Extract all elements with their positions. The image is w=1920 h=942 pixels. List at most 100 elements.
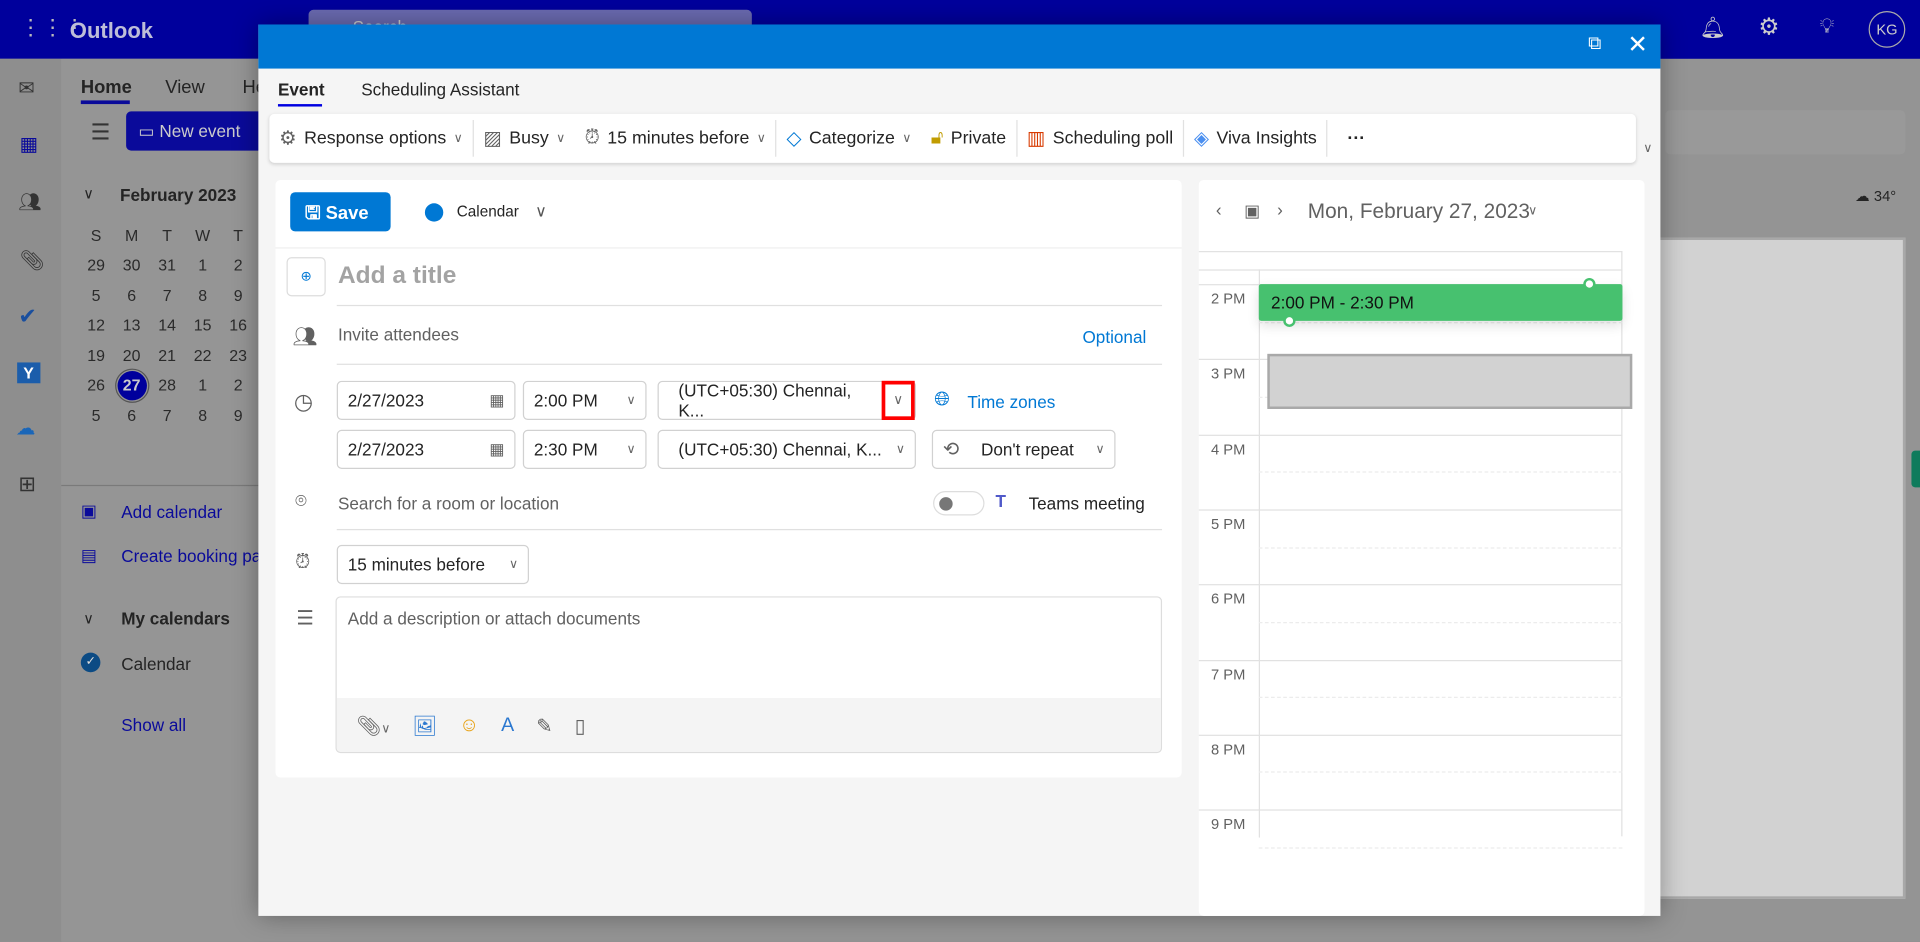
day-cell[interactable]: 30 <box>114 256 150 274</box>
menu-icon[interactable]: ☰ <box>91 120 111 146</box>
new-event-button[interactable]: ▭ New event <box>126 111 274 151</box>
day-cell[interactable]: 7 <box>149 286 185 304</box>
time-zones-link[interactable]: Time zones <box>967 392 1055 412</box>
yammer-icon[interactable]: Y <box>17 362 41 384</box>
day-cell[interactable]: 7 <box>149 406 185 424</box>
collapse-chevron-icon[interactable]: ∨ <box>83 610 94 627</box>
location-input[interactable]: Search for a room or location <box>338 493 559 513</box>
description-editor[interactable]: Add a description or attach documents 📎︎… <box>335 596 1163 754</box>
teams-toggle[interactable] <box>933 491 985 516</box>
onedrive-icon[interactable]: ☁ <box>16 416 36 440</box>
emoji-icon[interactable]: ☺ <box>459 715 479 737</box>
day-cell[interactable]: 1 <box>185 256 221 274</box>
day-cell[interactable]: 21 <box>149 346 185 364</box>
more-options-button[interactable]: ··· <box>1328 114 1385 163</box>
day-cell[interactable]: 19 <box>78 346 114 364</box>
reminder-dropdown[interactable]: 15 minutes before ∨ <box>336 544 529 585</box>
end-date-field[interactable]: 2/27/2023 ▦ <box>336 429 516 469</box>
start-date-field[interactable]: 2/27/2023 ▦ <box>336 380 516 421</box>
calendar-picker-icon[interactable]: ▦ <box>489 391 504 411</box>
resize-handle-top[interactable] <box>1583 277 1596 291</box>
categorize-button[interactable]: ◇ Categorize ∨ <box>777 114 921 163</box>
day-cell[interactable]: 2 <box>220 256 256 274</box>
reminder-button[interactable]: ⏰︎ 15 minutes before ∨ <box>575 114 776 163</box>
new-event-block[interactable]: 2:00 PM - 2:30 PM <box>1258 277 1623 327</box>
day-cell[interactable]: 2 <box>220 376 256 394</box>
today-icon[interactable]: ▣ <box>1244 201 1260 222</box>
ribbon-tab-view[interactable]: View <box>165 77 204 98</box>
collapse-chevron-icon[interactable]: ∨ <box>83 185 94 202</box>
start-time-field[interactable]: 2:00 PM ∨ <box>522 380 647 421</box>
add-calendar-link[interactable]: Add calendar <box>121 502 222 522</box>
day-cell[interactable]: 8 <box>185 406 221 424</box>
attach-icon[interactable]: 📎︎∨ <box>356 714 390 738</box>
format-icon[interactable]: A <box>501 715 514 737</box>
day-cell[interactable]: 20 <box>114 346 150 364</box>
show-all-link[interactable]: Show all <box>121 715 186 735</box>
calendar-icon[interactable]: ▦ <box>20 132 39 156</box>
gear-icon[interactable]: ⚙ <box>1758 13 1779 41</box>
day-cell[interactable]: 6 <box>114 406 150 424</box>
lightbulb-icon[interactable]: 💡︎ <box>1820 15 1835 39</box>
title-input[interactable]: Add a title <box>338 262 456 290</box>
end-time-field[interactable]: 2:30 PM ∨ <box>522 429 647 469</box>
checkmark-icon[interactable]: ✓ <box>80 652 101 673</box>
day-cell-selected[interactable]: 27 <box>114 368 149 403</box>
people-icon[interactable]: 👥︎ <box>18 191 41 213</box>
day-cell[interactable]: 12 <box>78 316 114 334</box>
chevron-down-icon[interactable]: ∨ <box>535 202 547 222</box>
day-cell[interactable]: 22 <box>185 346 221 364</box>
day-cell[interactable]: 23 <box>220 346 256 364</box>
title-emoji-icon[interactable]: ⊕ <box>286 257 326 297</box>
ribbon-tab-home[interactable]: Home <box>81 77 132 98</box>
day-cell[interactable]: 6 <box>114 286 150 304</box>
timezone-dropdown-chevron[interactable]: ∨ <box>881 380 915 421</box>
calendar-selector[interactable]: Calendar <box>457 203 519 220</box>
image-icon[interactable]: 🖼︎ <box>412 714 437 738</box>
viva-insights-button[interactable]: ◈ Viva Insights <box>1184 114 1326 163</box>
repeat-dropdown[interactable]: ⟲ Don't repeat ∨ <box>931 429 1116 469</box>
day-cell[interactable]: 9 <box>220 286 256 304</box>
day-cell[interactable]: 9 <box>220 406 256 424</box>
attachment-icon[interactable]: 📎︎ <box>20 249 45 273</box>
create-booking-link[interactable]: Create booking pa <box>121 546 261 566</box>
apps-icon[interactable]: ⊞ <box>18 473 35 497</box>
day-cell[interactable]: 8 <box>185 286 221 304</box>
day-cell[interactable]: 5 <box>78 286 114 304</box>
day-cell[interactable]: 15 <box>185 316 221 334</box>
day-cell[interactable]: 16 <box>220 316 256 334</box>
close-icon[interactable]: ✕ <box>1627 29 1648 60</box>
mail-icon[interactable]: ✉ <box>18 76 34 100</box>
day-cell[interactable]: 28 <box>149 376 185 394</box>
response-options-button[interactable]: ⚙ Response options ∨ <box>269 114 472 163</box>
busy-button[interactable]: ▨ Busy ∨ <box>474 114 575 163</box>
calendar-picker-icon[interactable]: ▦ <box>489 440 504 460</box>
day-cell[interactable]: 5 <box>78 406 114 424</box>
day-cell[interactable]: 29 <box>78 256 114 274</box>
save-button[interactable]: 🖫 Save <box>290 192 391 232</box>
expand-toolbar-icon[interactable]: ∨ <box>1643 142 1652 155</box>
private-button[interactable]: 🔓︎ Private <box>921 114 1016 163</box>
end-timezone-field[interactable]: (UTC+05:30) Chennai, K... ∨ <box>657 429 916 469</box>
next-day-icon[interactable]: › <box>1277 200 1283 220</box>
optional-link[interactable]: Optional <box>1082 327 1146 347</box>
tab-event[interactable]: Event <box>278 80 325 100</box>
signature-icon[interactable]: ✎ <box>536 714 552 738</box>
todo-icon[interactable]: ✔ <box>18 304 36 330</box>
resize-handle-bottom[interactable] <box>1283 314 1296 327</box>
day-cell[interactable]: 26 <box>78 376 114 394</box>
attendees-input[interactable]: Invite attendees <box>338 324 459 344</box>
popout-icon[interactable]: ⧉ <box>1588 33 1601 54</box>
calendar-item[interactable]: Calendar <box>121 654 191 674</box>
chevron-down-icon[interactable]: ∨ <box>1528 204 1537 217</box>
bell-icon[interactable]: 🔔︎ <box>1700 16 1726 40</box>
scheduling-poll-button[interactable]: ▥ Scheduling poll <box>1017 114 1183 163</box>
start-timezone-field[interactable]: (UTC+05:30) Chennai, K... ∨ <box>657 380 916 421</box>
day-cell[interactable]: 31 <box>149 256 185 274</box>
day-view-date[interactable]: Mon, February 27, 2023 <box>1308 200 1530 224</box>
day-cell[interactable]: 14 <box>149 316 185 334</box>
day-cell[interactable]: 13 <box>114 316 150 334</box>
avatar[interactable]: KG <box>1868 11 1906 48</box>
tab-scheduling-assistant[interactable]: Scheduling Assistant <box>361 80 519 100</box>
previous-day-icon[interactable]: ‹ <box>1216 200 1222 220</box>
